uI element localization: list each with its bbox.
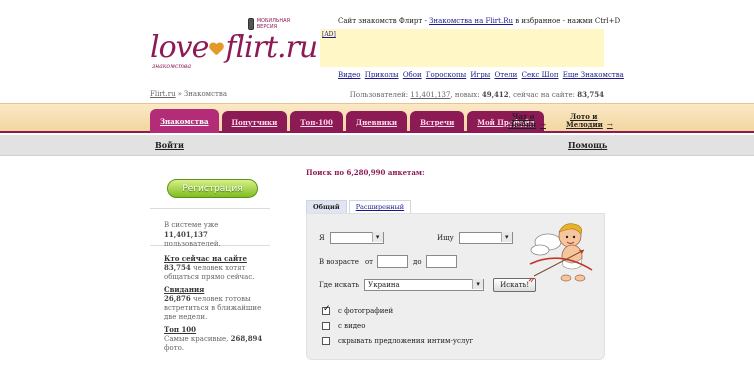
tab-top-100[interactable]: Топ-100 [290, 111, 343, 133]
ad-banner[interactable]: [AD] [320, 29, 604, 67]
register-button[interactable]: Регистрация [167, 179, 258, 198]
age-to-label: до [413, 257, 422, 266]
arrow-right-icon: → [540, 121, 546, 129]
online-count: 83,754 [577, 90, 604, 99]
with-video-checkbox[interactable] [322, 322, 330, 330]
sidebar-desc-online: 83,754 человек хотят общаться прямо сейч… [164, 263, 255, 281]
top-link-more-dating[interactable]: Еще Знакомства [563, 71, 624, 79]
hide-intim-label: скрывать предложения интим-услуг [338, 337, 474, 345]
i-label: Я [319, 234, 325, 242]
top-link-hotels[interactable]: Отели [494, 71, 517, 79]
sidebar-item-online[interactable]: Кто сейчас на сайте [164, 254, 270, 263]
top-link-wallpapers[interactable]: Обои [403, 71, 422, 79]
site-stats: Пользователей: 11,401,137, новых: 49,412… [349, 90, 604, 99]
members-count: 11,401,137 [164, 230, 208, 239]
top-link-games[interactable]: Игры [470, 71, 490, 79]
nav-love-chat[interactable]: Чат о Любви → [508, 113, 546, 130]
logo-text-flirt: flirt.ru [225, 30, 318, 65]
seek-gender-select[interactable] [458, 232, 513, 244]
age-label: В возрасте [319, 257, 359, 266]
bookmark-link[interactable]: Знакомства на Flirt.Ru [429, 17, 513, 25]
cupid-illustration [528, 223, 593, 283]
sidebar-item-dates[interactable]: Свидания [164, 285, 270, 294]
with-photo-label: с фотографией [338, 307, 394, 315]
top-links: Видео Приколы Обои Гороскопы Игры Отели … [338, 71, 626, 79]
sidebar-sections: Кто сейчас на сайте 83,754 человек хотят… [150, 246, 270, 353]
tab-meetings[interactable]: Встречи [410, 111, 465, 133]
search-title: Поиск по 6,280,990 анкетам: [306, 168, 425, 177]
tab-search-extended[interactable]: Расширенный [348, 200, 412, 213]
gender-select[interactable] [329, 232, 384, 244]
logo-subtitle: знакомства [152, 63, 192, 70]
help-link[interactable]: Помощь [568, 140, 607, 150]
main-nav-tabs: Знакомства Попутчики Топ-100 Дневники Вс… [150, 109, 545, 133]
sidebar-item-top100[interactable]: Топ 100 [164, 325, 270, 334]
top-link-video[interactable]: Видео [338, 71, 360, 79]
top-link-sexshop[interactable]: Секс Шоп [522, 71, 559, 79]
age-from-label: от [364, 257, 374, 266]
site-logo[interactable]: love flirt.ru знакомства [150, 30, 318, 71]
logo-text-love: love [150, 30, 209, 65]
ad-label[interactable]: [AD] [322, 31, 336, 38]
with-video-label: с видео [338, 322, 366, 330]
nav-lotto-melodies[interactable]: Лото и Мелодии → [566, 113, 613, 130]
bookmark-promo: Сайт знакомств Флирт - Знакомства на Fli… [338, 17, 621, 25]
location-select[interactable]: Украина [364, 279, 485, 291]
sidebar-desc-top100: Самые красивые, 268,894 фото. [164, 334, 263, 352]
breadcrumb-current: Знакомства [183, 90, 228, 98]
sidebar-desc-dates: 26,876 человек готовы встретиться в ближ… [164, 294, 262, 321]
tab-search-general[interactable]: Общий [306, 200, 347, 213]
hide-intim-checkbox[interactable] [322, 337, 330, 345]
new-users-count: 49,412 [481, 90, 509, 99]
tab-travel-companions[interactable]: Попутчики [221, 111, 288, 133]
login-link[interactable]: Войти [155, 140, 184, 150]
mobile-version-label: мобильная версия [256, 18, 290, 30]
search-tabs: Общий Расширенный [306, 200, 413, 213]
top-link-jokes[interactable]: Приколы [365, 71, 399, 79]
top-link-horoscopes[interactable]: Гороскопы [426, 71, 466, 79]
breadcrumb-home[interactable]: Flirt.ru [150, 90, 176, 98]
members-summary: В системе уже 11,401,137 пользователей. [150, 209, 270, 248]
seek-label: Ищу [437, 234, 454, 242]
arrow-right-icon: → [606, 121, 613, 129]
phone-icon [248, 18, 254, 30]
login-bar: Войти Помощь [0, 135, 754, 156]
mobile-version-link[interactable]: мобильная версия [248, 18, 290, 30]
age-from-input[interactable] [377, 255, 409, 268]
heart-icon [209, 43, 224, 57]
users-count[interactable]: 11,401,137 [410, 91, 450, 99]
breadcrumb: Flirt.ru» Знакомства [150, 90, 228, 98]
tab-dating[interactable]: Знакомства [150, 109, 219, 133]
where-label: Где искать [319, 281, 360, 289]
with-photo-checkbox[interactable] [322, 304, 331, 315]
left-sidebar: В системе уже 11,401,137 пользователей. … [150, 208, 270, 356]
tab-diaries[interactable]: Дневники [345, 111, 408, 133]
age-to-input[interactable] [425, 255, 457, 268]
